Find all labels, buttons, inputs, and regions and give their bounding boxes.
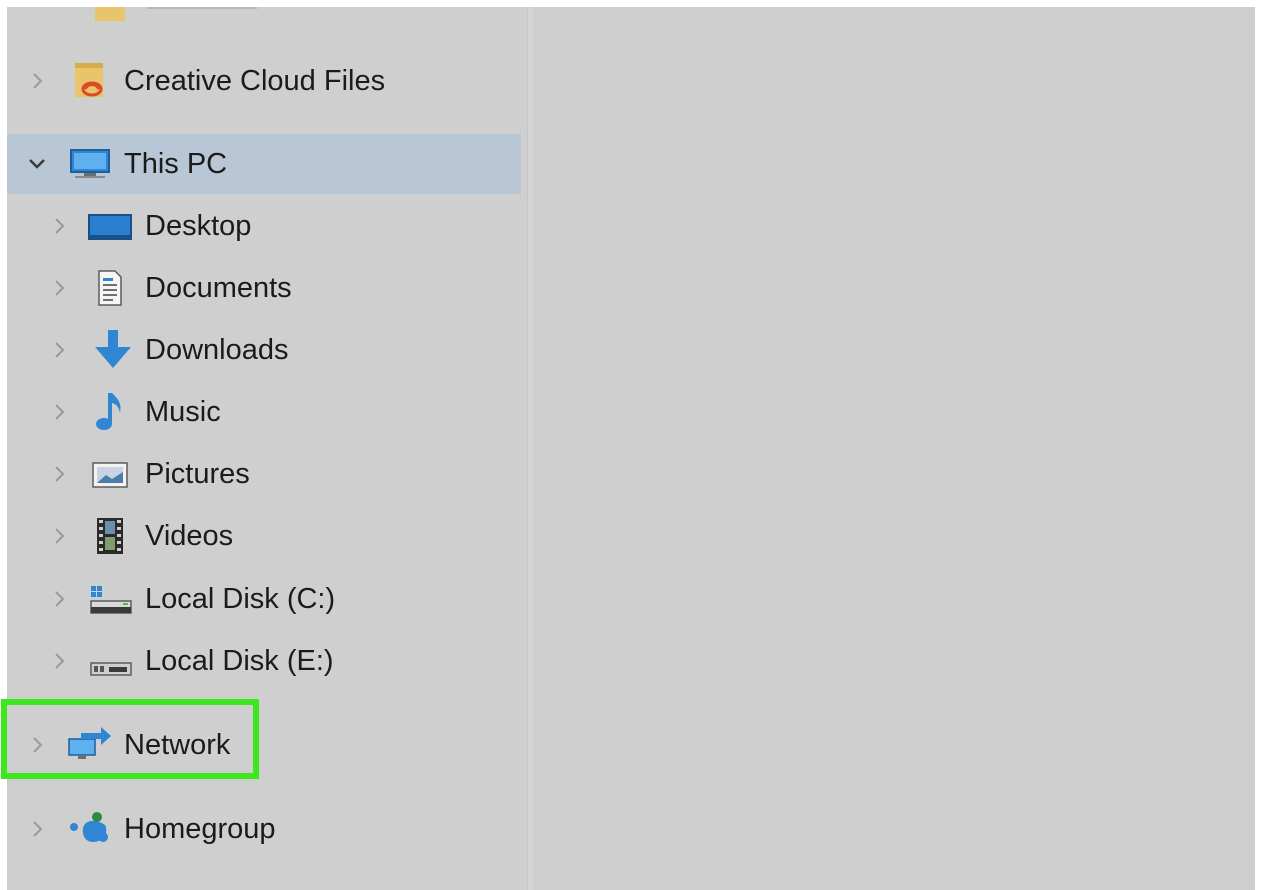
chevron-right-icon[interactable]: [47, 214, 71, 238]
nav-item-label: Network: [124, 729, 231, 761]
nav-item-network[interactable]: Network: [7, 715, 521, 775]
chevron-right-icon[interactable]: [47, 462, 71, 486]
nav-item-homegroup[interactable]: Homegroup: [7, 799, 521, 859]
documents-icon: [90, 270, 128, 306]
windows-drive-icon: [87, 581, 133, 617]
nav-item-documents[interactable]: Documents: [7, 258, 521, 318]
monitor-icon: [69, 146, 113, 182]
creative-cloud-folder-icon: [71, 63, 109, 99]
nav-item-label: This PC: [124, 148, 228, 180]
nav-item-label: Local Disk (C:): [145, 583, 336, 615]
nav-item-creative-cloud-files[interactable]: Creative Cloud Files: [7, 51, 521, 111]
chevron-right-icon[interactable]: [47, 276, 71, 300]
pictures-icon: [90, 456, 128, 492]
chevron-right-icon[interactable]: [25, 69, 49, 93]
nav-item-label: Desktop: [145, 210, 252, 242]
chevron-down-icon[interactable]: [25, 152, 49, 176]
nav-item-pictures[interactable]: Pictures: [7, 444, 521, 504]
nav-item-label: Homegroup: [124, 813, 276, 845]
folder-icon: [93, 7, 131, 25]
chevron-right-icon[interactable]: [47, 338, 71, 362]
videos-icon: [90, 518, 128, 554]
nav-item-label: Videos: [145, 520, 234, 552]
nav-item-downloads[interactable]: Downloads: [7, 320, 521, 380]
nav-item-music[interactable]: Music: [7, 382, 521, 442]
nav-item-this-pc[interactable]: This PC: [7, 134, 521, 194]
navigation-pane: Creative Cloud Files This PC Desktop Doc…: [7, 7, 527, 890]
chevron-right-icon[interactable]: [47, 524, 71, 548]
chevron-right-icon[interactable]: [47, 649, 71, 673]
nav-item-label: Downloads: [145, 334, 289, 366]
music-note-icon: [90, 393, 128, 430]
partial-label-fragment: [147, 7, 257, 9]
nav-item-label: Creative Cloud Files: [124, 65, 386, 97]
nav-item-partial-folder[interactable]: [7, 7, 521, 37]
nav-item-label: Documents: [145, 272, 292, 304]
content-pane: [534, 7, 1255, 890]
nav-item-label: Pictures: [145, 458, 250, 490]
pane-splitter[interactable]: [527, 7, 534, 890]
homegroup-icon: [67, 811, 113, 847]
nav-item-videos[interactable]: Videos: [7, 506, 521, 566]
download-arrow-icon: [91, 330, 135, 368]
nav-item-local-disk-c[interactable]: Local Disk (C:): [7, 569, 521, 629]
network-icon: [67, 727, 113, 763]
nav-item-local-disk-e[interactable]: Local Disk (E:): [7, 631, 521, 691]
nav-item-label: Local Disk (E:): [145, 645, 334, 677]
nav-item-label: Music: [145, 396, 221, 428]
file-explorer-window: Creative Cloud Files This PC Desktop Doc…: [7, 7, 1255, 890]
chevron-right-icon[interactable]: [25, 733, 49, 757]
chevron-right-icon[interactable]: [25, 817, 49, 841]
nav-item-desktop[interactable]: Desktop: [7, 196, 521, 256]
chevron-right-icon[interactable]: [47, 400, 71, 424]
desktop-icon: [87, 208, 133, 244]
chevron-right-icon[interactable]: [47, 587, 71, 611]
drive-icon: [87, 643, 133, 679]
